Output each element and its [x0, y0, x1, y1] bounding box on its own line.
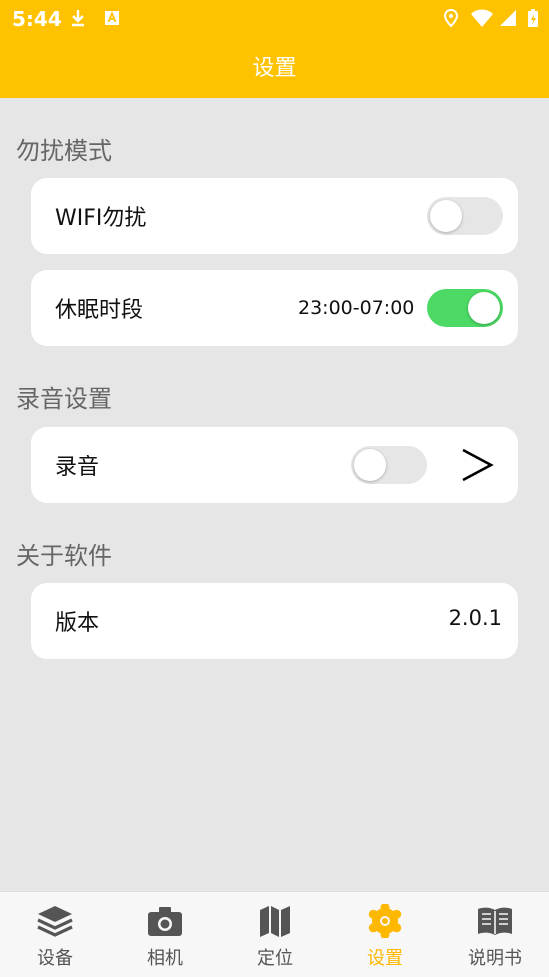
record-label: 录音	[55, 455, 100, 480]
nav-label: 设置	[367, 948, 403, 969]
chevron-right-icon[interactable]	[459, 446, 495, 484]
battery-icon	[528, 9, 538, 27]
toggle-knob	[354, 449, 386, 481]
nav-label: 定位	[257, 948, 293, 969]
toggle-knob	[468, 292, 500, 324]
section-title-about: 关于软件	[16, 542, 112, 570]
nav-label: 相机	[147, 948, 183, 969]
sleep-period-label: 休眠时段	[55, 298, 144, 323]
gear-icon	[368, 904, 402, 938]
nav-item-location[interactable]: 定位	[220, 892, 330, 977]
wifi-icon	[471, 9, 493, 27]
nav-item-manual[interactable]: 说明书	[440, 892, 549, 977]
record-toggle[interactable]	[351, 446, 427, 484]
status-time: 5:44	[12, 7, 62, 31]
map-icon	[260, 906, 290, 937]
location-icon	[443, 8, 459, 28]
nav-item-devices[interactable]: 设备	[0, 892, 110, 977]
nav-item-camera[interactable]: 相机	[110, 892, 220, 977]
wifi-dnd-row: WIFI勿扰	[31, 178, 518, 254]
toggle-knob	[430, 200, 462, 232]
nav-label: 设备	[37, 948, 73, 969]
sleep-period-toggle[interactable]	[427, 289, 503, 327]
section-title-recording: 录音设置	[16, 385, 112, 413]
signal-icon	[500, 10, 516, 26]
record-row[interactable]: 录音	[31, 427, 518, 503]
version-value: 2.0.1	[448, 606, 502, 630]
sleep-period-range[interactable]: 23:00-07:00	[298, 297, 414, 319]
status-bar: 5:44	[0, 0, 549, 36]
app-notification-icon	[105, 11, 119, 25]
nav-label: 说明书	[468, 948, 522, 969]
app-header: 5:44 设置	[0, 0, 549, 98]
page-title: 设置	[252, 56, 297, 81]
bottom-nav: 设备 相机 定位 设置 说明书	[0, 891, 549, 977]
download-icon	[72, 10, 84, 27]
section-title-dnd: 勿扰模式	[16, 137, 112, 165]
layers-icon	[37, 906, 73, 937]
sleep-period-row: 休眠时段 23:00-07:00	[31, 270, 518, 346]
camera-icon	[148, 907, 182, 936]
version-label: 版本	[55, 611, 100, 636]
version-row: 版本 2.0.1	[31, 583, 518, 659]
book-icon	[478, 907, 512, 935]
wifi-dnd-toggle[interactable]	[427, 197, 503, 235]
wifi-dnd-label: WIFI勿扰	[55, 206, 147, 231]
nav-item-settings[interactable]: 设置	[330, 892, 440, 977]
